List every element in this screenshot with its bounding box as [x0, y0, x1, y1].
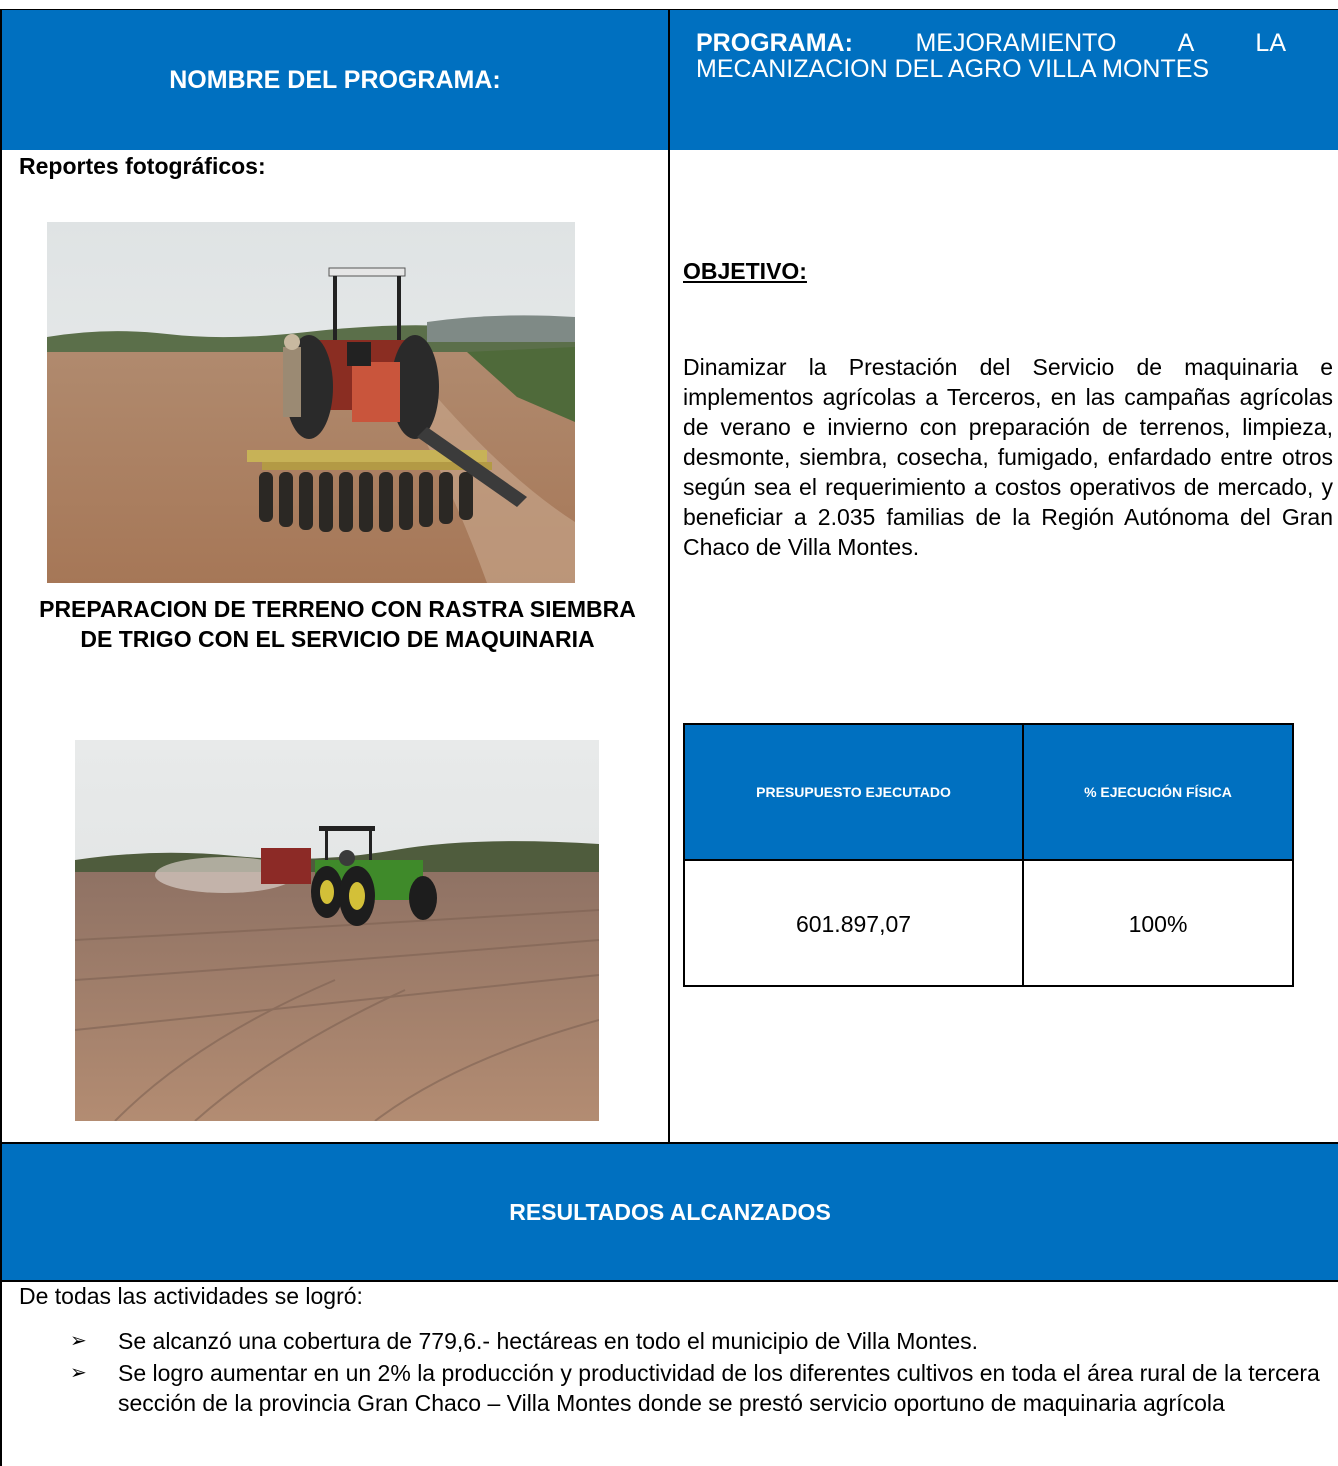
program-label: PROGRAMA:	[696, 29, 853, 57]
tractor-disc-harrow-photo	[47, 222, 575, 583]
list-item-text: Se logro aumentar en un 2% la producción…	[118, 1360, 1320, 1416]
results-title: RESULTADOS ALCANZADOS	[509, 1198, 831, 1225]
budget-header-physical: % EJECUCIÓN FÍSICA	[1024, 725, 1292, 859]
program-title-header: PROGRAMA: MEJORAMIENTO A LA MECANIZACION…	[670, 10, 1338, 150]
document-page: NOMBRE DEL PROGRAMA: PROGRAMA: MEJORAMIE…	[0, 0, 1338, 1466]
results-header: RESULTADOS ALCANZADOS	[2, 1144, 1338, 1280]
list-item: ➢ Se logro aumentar en un 2% la producci…	[70, 1358, 1320, 1418]
results-intro: De todas las actividades se logró:	[19, 1283, 363, 1309]
results-list: ➢ Se alcanzó una cobertura de 779,6.- he…	[70, 1326, 1320, 1420]
list-item-text: Se alcanzó una cobertura de 779,6.- hect…	[118, 1328, 979, 1354]
objective-title: OBJETIVO:	[683, 258, 807, 284]
column-divider	[668, 9, 670, 1144]
program-name-label: NOMBRE DEL PROGRAMA:	[169, 65, 501, 94]
list-item: ➢ Se alcanzó una cobertura de 779,6.- he…	[70, 1326, 1320, 1356]
photo-reports-title: Reportes fotográficos:	[19, 153, 266, 179]
program-name-header: NOMBRE DEL PROGRAMA:	[2, 10, 668, 150]
photo-caption: PREPARACION DE TERRENO CON RASTRA SIEMBR…	[39, 596, 636, 652]
budget-header-executed: PRESUPUESTO EJECUTADO	[685, 725, 1022, 859]
tractor-sowing-photo	[75, 740, 599, 1121]
results-bottom-border	[0, 1280, 1338, 1282]
budget-value-executed: 601.897,07	[795, 910, 912, 937]
objective-text: Dinamizar la Prestación del Servicio de …	[683, 354, 1333, 560]
budget-value-physical: 100%	[1128, 910, 1188, 937]
arrow-bullet-icon: ➢	[70, 1330, 87, 1352]
arrow-bullet-icon: ➢	[70, 1362, 87, 1384]
budget-table: PRESUPUESTO EJECUTADO % EJECUCIÓN FÍSICA…	[683, 723, 1294, 987]
